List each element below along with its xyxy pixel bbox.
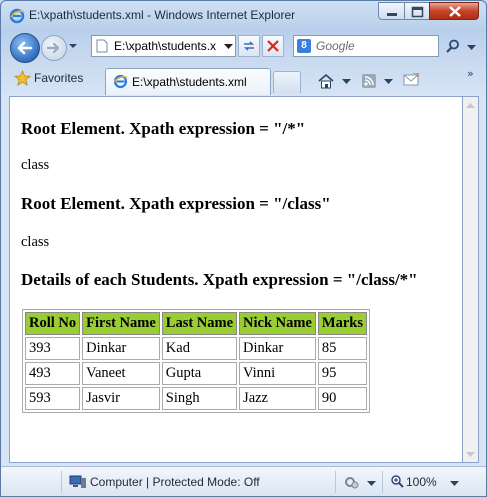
heading-root-element: Root Element. Xpath expression = "/*"	[21, 119, 306, 138]
table-cell: Kad	[161, 337, 238, 360]
scroll-down-arrow-icon[interactable]	[465, 449, 476, 460]
table-cell: Singh	[161, 387, 238, 410]
google-search-provider-icon: 8	[297, 39, 311, 53]
table-cell: Jasvir	[82, 387, 160, 410]
feeds-icon[interactable]	[361, 73, 377, 89]
status-divider	[61, 471, 62, 493]
zoom-dropdown-icon[interactable]	[450, 481, 459, 486]
internet-explorer-icon	[9, 8, 25, 24]
vertical-scrollbar[interactable]	[463, 96, 479, 463]
status-divider	[335, 471, 336, 493]
scroll-up-arrow-icon[interactable]	[465, 100, 476, 111]
page-icon	[96, 39, 108, 53]
stop-x-icon	[267, 40, 279, 52]
protected-mode-dropdown-icon[interactable]	[367, 481, 376, 486]
status-divider	[382, 471, 383, 493]
back-button[interactable]	[10, 33, 40, 63]
forward-button[interactable]	[41, 35, 67, 61]
refresh-arrows-icon	[244, 41, 254, 51]
table-cell: 90	[317, 387, 368, 410]
table-row: 593 Jasvir Singh Jazz 90	[25, 387, 368, 410]
status-bar: Computer | Protected Mode: Off 100%	[1, 466, 486, 496]
window-title: E:\xpath\students.xml - Windows Internet…	[29, 8, 296, 22]
address-text[interactable]: E:\xpath\students.x	[114, 39, 216, 53]
browser-window: E:\xpath\students.xml - Windows Internet…	[0, 0, 487, 497]
page-content: Root Element. Xpath expression = "/*" cl…	[9, 96, 463, 463]
column-header-first-name: First Name	[82, 312, 160, 335]
tab-label[interactable]: E:\xpath\students.xml	[132, 75, 247, 89]
search-options-dropdown-icon[interactable]	[467, 45, 476, 50]
column-header-nick-name: Nick Name	[239, 312, 316, 335]
table-cell: 493	[25, 362, 81, 385]
recent-pages-dropdown-icon[interactable]	[68, 43, 78, 49]
table-header-row: Roll No First Name Last Name Nick Name M…	[25, 312, 368, 335]
tab-bar: Favorites E:\xpath\students.xml »	[1, 65, 486, 95]
table-cell: 593	[25, 387, 81, 410]
column-header-last-name: Last Name	[161, 312, 238, 335]
table-cell: Dinkar	[239, 337, 316, 360]
home-dropdown-icon[interactable]	[342, 79, 351, 84]
forward-arrow-icon	[46, 42, 60, 54]
navigation-bar: E:\xpath\students.x 8 Google	[1, 31, 486, 65]
minimize-button[interactable]	[378, 2, 405, 20]
protected-mode-settings-icon[interactable]	[343, 474, 359, 490]
zoom-magnifier-icon[interactable]	[390, 474, 404, 488]
table-cell: Gupta	[161, 362, 238, 385]
new-tab-button[interactable]	[273, 71, 301, 93]
heading-root-class: Root Element. Xpath expression = "/class…	[21, 194, 331, 213]
column-header-roll-no: Roll No	[25, 312, 81, 335]
heading-students-details: Details of each Students. Xpath expressi…	[21, 270, 418, 289]
favorites-label[interactable]: Favorites	[34, 71, 83, 85]
address-bar[interactable]: E:\xpath\students.x	[91, 35, 236, 57]
search-box[interactable]: 8 Google	[293, 35, 439, 57]
table-row: 393 Dinkar Kad Dinkar 85	[25, 337, 368, 360]
table-cell: Jazz	[239, 387, 316, 410]
table-cell: 393	[25, 337, 81, 360]
table-cell: 95	[317, 362, 368, 385]
home-icon[interactable]	[317, 73, 335, 89]
address-dropdown-icon[interactable]	[224, 44, 233, 49]
read-mail-icon[interactable]	[403, 73, 419, 87]
table-cell: Dinkar	[82, 337, 160, 360]
security-zone-text[interactable]: Computer | Protected Mode: Off	[90, 475, 260, 489]
feeds-dropdown-icon[interactable]	[384, 79, 393, 84]
tab-students-xml[interactable]: E:\xpath\students.xml	[105, 68, 271, 95]
table-cell: 85	[317, 337, 368, 360]
students-table: Roll No First Name Last Name Nick Name M…	[22, 309, 371, 413]
zoom-level[interactable]: 100%	[406, 475, 437, 489]
close-button[interactable]	[429, 2, 479, 20]
table-cell: Vaneet	[82, 362, 160, 385]
root-element-result: class	[21, 157, 50, 173]
internet-explorer-page-icon	[113, 74, 128, 89]
title-bar: E:\xpath\students.xml - Windows Internet…	[1, 1, 486, 29]
root-class-result: class	[21, 234, 50, 250]
column-header-marks: Marks	[317, 312, 368, 335]
search-placeholder[interactable]: Google	[316, 39, 355, 53]
search-magnifier-icon[interactable]	[446, 39, 460, 53]
more-commands-chevron-icon[interactable]: »	[467, 67, 474, 80]
compatibility-view-button[interactable]	[238, 35, 260, 57]
maximize-button[interactable]	[404, 2, 430, 20]
table-row: 493 Vaneet Gupta Vinni 95	[25, 362, 368, 385]
table-cell: Vinni	[239, 362, 316, 385]
back-arrow-icon	[17, 41, 33, 55]
stop-button[interactable]	[262, 35, 284, 57]
favorites-star-icon	[14, 70, 31, 86]
computer-zone-icon	[69, 475, 86, 488]
